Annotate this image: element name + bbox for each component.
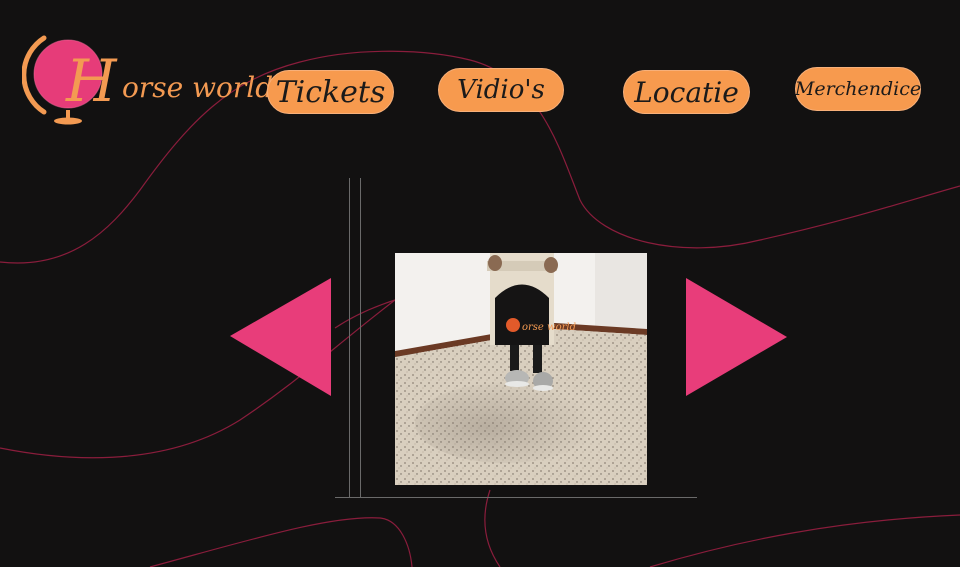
nav-button-locatie[interactable]: Locatie xyxy=(623,70,750,114)
brand-logo[interactable]: H orse world xyxy=(22,26,273,126)
nav-button-merchandise[interactable]: Merchendice xyxy=(795,67,921,111)
frame-line-left-outer xyxy=(349,178,350,498)
frame-line-bottom xyxy=(335,497,697,498)
triangle-left-icon[interactable] xyxy=(230,278,332,396)
bag-logo-text: orse world xyxy=(522,322,576,333)
triangle-right-icon[interactable] xyxy=(686,278,788,396)
logo-initial: H xyxy=(66,47,117,115)
frame-line-left-inner xyxy=(360,178,361,498)
nav-button-videos[interactable]: Vidio's xyxy=(438,68,564,112)
merch-photo: orse world xyxy=(395,253,647,485)
nav-button-tickets[interactable]: Tickets xyxy=(267,70,394,114)
logo-text: orse world xyxy=(122,71,274,104)
